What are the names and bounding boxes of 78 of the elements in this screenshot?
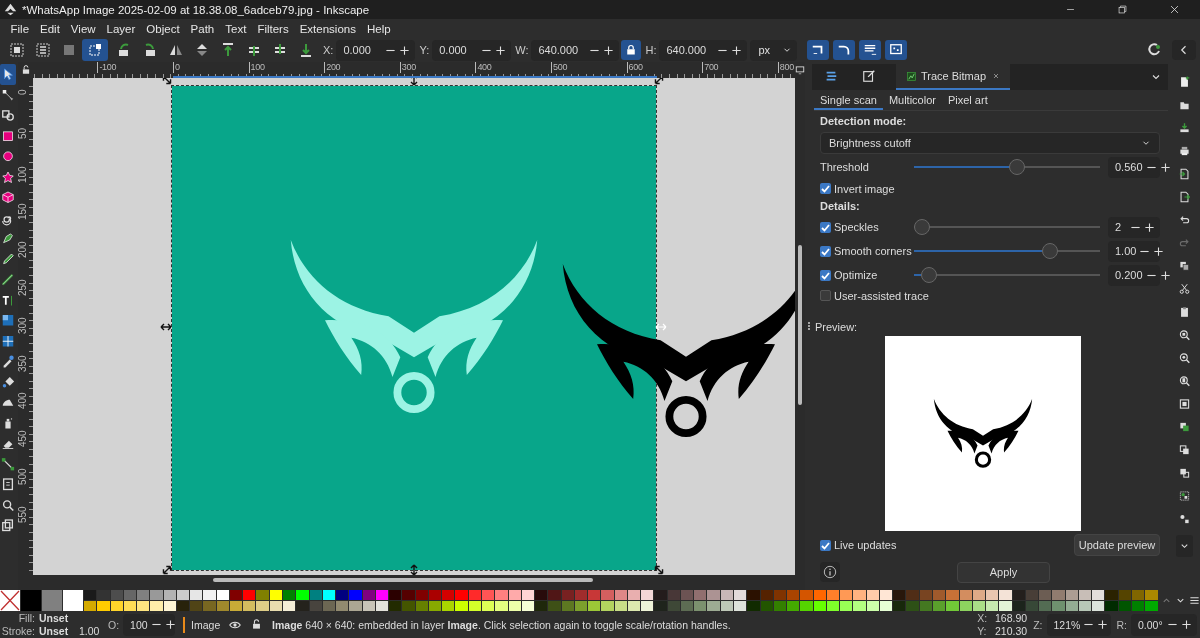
mode-tab[interactable]: Pixel art bbox=[941, 94, 994, 110]
ruler-label: 50 bbox=[18, 127, 28, 139]
field-label: W: bbox=[515, 44, 529, 56]
ruler-label: -100 bbox=[97, 62, 117, 73]
section-label: Detection mode: bbox=[819, 114, 908, 129]
ruler-label: 0 bbox=[18, 89, 28, 95]
stroke-value: Unset bbox=[39, 625, 70, 637]
coordinate-label: X: bbox=[977, 612, 989, 624]
number-field[interactable]: 1.00 bbox=[1108, 240, 1160, 262]
checkbox-label: Invert image bbox=[834, 182, 895, 195]
menu-item[interactable]: Path bbox=[185, 22, 220, 35]
ruler-label: 150 bbox=[18, 203, 28, 221]
ruler-label: 300 bbox=[18, 317, 28, 334]
zoom-field[interactable]: 121% bbox=[1046, 613, 1111, 636]
coordinate-label: Y: bbox=[977, 625, 988, 637]
checkbox-label: Live updates bbox=[834, 539, 897, 551]
opacity-label: O: bbox=[108, 618, 120, 631]
stroke-label: Stroke: bbox=[0, 625, 36, 637]
number-field[interactable]: 0.000 bbox=[432, 39, 512, 61]
menu-item[interactable]: Text bbox=[219, 22, 252, 35]
number-field[interactable]: 640.000 bbox=[531, 39, 620, 61]
ruler-label: 350 bbox=[18, 354, 28, 372]
ruler-label: 450 bbox=[18, 430, 28, 448]
panel-tab[interactable]: Trace Bitmap bbox=[896, 64, 1010, 90]
ruler-label: 250 bbox=[18, 279, 28, 296]
checkbox-label: Smooth corners bbox=[834, 245, 913, 257]
rotation-field[interactable]: 0.00° bbox=[1131, 613, 1197, 636]
fill-value: Unset bbox=[39, 612, 70, 624]
fill-label: Fill: bbox=[17, 612, 36, 624]
ruler-label: 100 bbox=[18, 165, 28, 183]
ruler-label: 500 bbox=[18, 468, 28, 485]
ruler-label: 700 bbox=[702, 62, 719, 73]
cursor-x: 168.90 bbox=[994, 612, 1028, 624]
field-label: H: bbox=[645, 44, 657, 56]
ruler-label: 300 bbox=[399, 62, 416, 73]
ruler-label: 100 bbox=[248, 62, 265, 73]
cursor-y: 210.30 bbox=[994, 625, 1028, 637]
ruler-label: 800 bbox=[777, 62, 794, 73]
menu-item[interactable]: Filters bbox=[251, 22, 295, 35]
menu-item[interactable]: Object bbox=[140, 22, 186, 35]
ruler-label: 400 bbox=[18, 392, 28, 410]
ruler-label: 400 bbox=[475, 62, 492, 73]
field-label: X: bbox=[323, 44, 334, 56]
checkbox-label: User-assisted trace bbox=[834, 289, 929, 302]
mode-tab[interactable]: Multicolor bbox=[882, 94, 942, 110]
layer-dropdown[interactable]: Image bbox=[191, 618, 230, 631]
mode-tab[interactable]: Single scan bbox=[814, 94, 883, 110]
ruler-label: 600 bbox=[626, 62, 643, 73]
ruler-label: 550 bbox=[18, 506, 28, 523]
opacity-field[interactable]: 100 bbox=[123, 613, 176, 636]
slider-label: Threshold bbox=[820, 161, 870, 173]
number-field[interactable]: 640.000 bbox=[659, 39, 748, 61]
checkbox-label: Optimize bbox=[834, 269, 879, 281]
status-message: Image 640 × 640: embedded in layer Image. Click selection again to toggle scale/rotation handles. bbox=[272, 618, 732, 631]
menu-item[interactable]: Edit bbox=[34, 22, 66, 35]
menu-item[interactable]: File bbox=[5, 22, 35, 35]
unit-dropdown[interactable]: px bbox=[750, 39, 798, 61]
menu-item[interactable]: Help bbox=[361, 22, 397, 35]
menu-item[interactable]: Extensions bbox=[294, 22, 362, 35]
menu-item[interactable]: Layer bbox=[101, 22, 141, 35]
number-field[interactable]: 0.000 bbox=[336, 39, 416, 61]
ruler-label: 200 bbox=[18, 241, 28, 259]
ruler-label: 500 bbox=[551, 62, 568, 73]
window-title: *WhatsApp Image 2025-02-09 at 18.38.08_6adceb79.jpg - Inkscape bbox=[22, 3, 371, 16]
number-field[interactable]: 2 bbox=[1108, 216, 1160, 238]
field-label: Y: bbox=[419, 44, 430, 56]
checkbox-label: Speckles bbox=[834, 221, 880, 233]
zoom-label: Z: bbox=[1033, 618, 1043, 631]
section-label: Preview: bbox=[815, 321, 858, 333]
section-label: Details: bbox=[819, 199, 861, 214]
update-preview-button[interactable]: Update preview bbox=[1074, 534, 1160, 556]
apply-button[interactable]: Apply bbox=[957, 561, 1050, 583]
ruler-label: 200 bbox=[324, 62, 341, 73]
menu-item[interactable]: View bbox=[65, 22, 102, 35]
ruler-label: 0 bbox=[173, 62, 180, 73]
rotation-label: R: bbox=[1116, 618, 1127, 631]
stroke-width: 1.00 bbox=[79, 625, 101, 637]
detection-mode-dropdown[interactable]: Brightness cutoff bbox=[820, 132, 1160, 154]
